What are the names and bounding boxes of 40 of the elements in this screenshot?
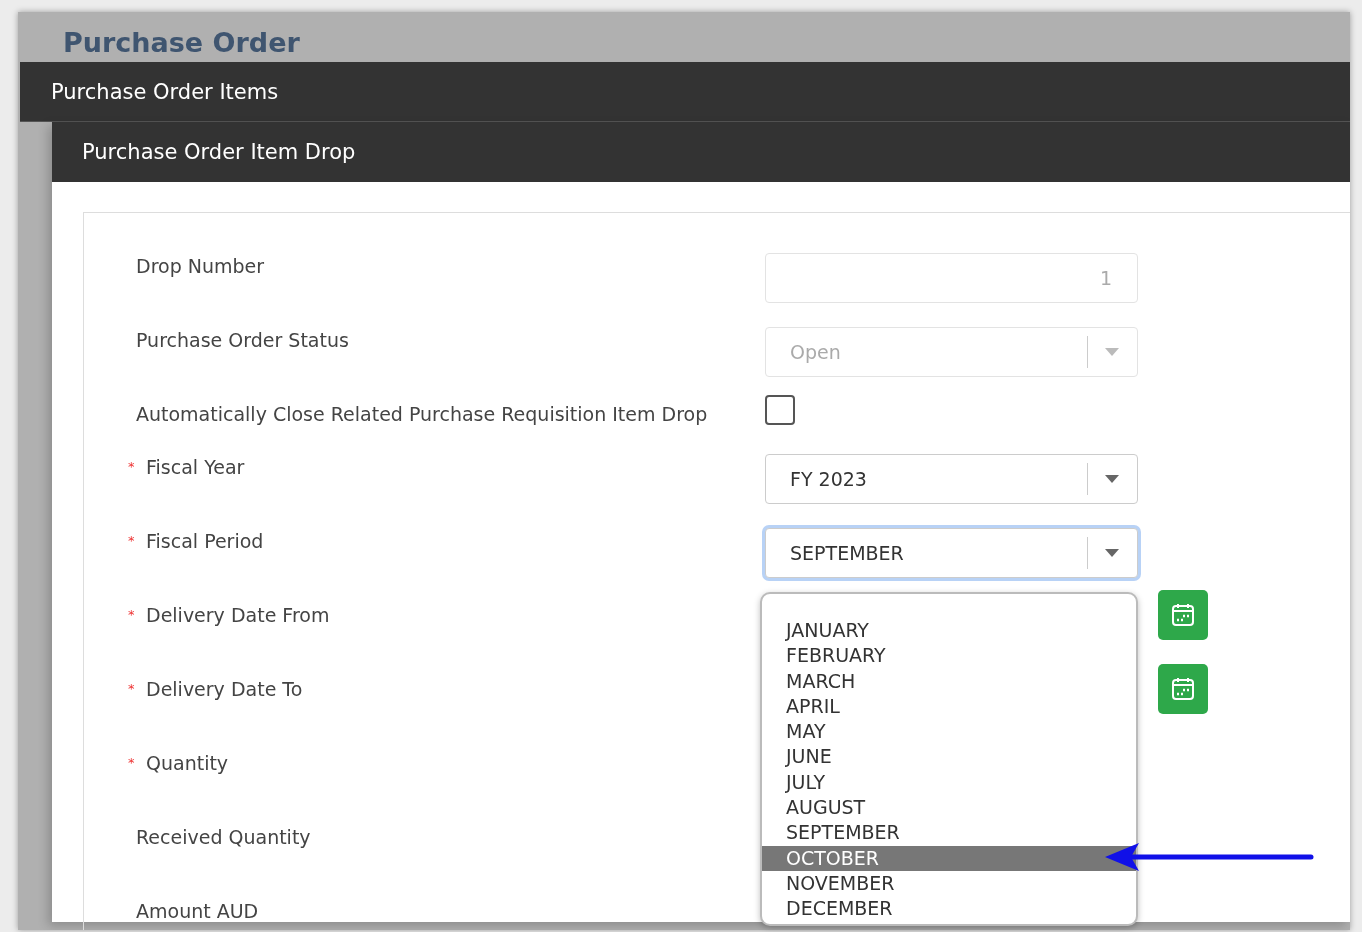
calendar-icon	[1170, 602, 1196, 628]
required-icon: *	[128, 676, 135, 702]
dropdown-option[interactable]: AUGUST	[762, 795, 1136, 821]
required-icon: *	[128, 602, 135, 628]
dropdown-option[interactable]: APRIL	[762, 693, 1136, 720]
page-title: Purchase Order	[62, 26, 301, 60]
required-icon: *	[128, 528, 135, 554]
dropdown-option[interactable]: MAY	[762, 719, 1136, 745]
field-label: Delivery Date To	[145, 678, 303, 700]
required-icon: *	[128, 454, 135, 480]
dropdown-field[interactable]: SEPTEMBER	[765, 528, 1138, 578]
dropdown-option[interactable]: DECEMBER	[762, 896, 1136, 922]
dropdown-option[interactable]: MARCH	[762, 668, 1136, 694]
dropdown-option[interactable]: NOVEMBER	[762, 870, 1136, 897]
field-label: Purchase Order Status	[136, 329, 349, 351]
dropdown-option[interactable]: JANUARY	[762, 618, 1136, 644]
field-label: Quantity	[145, 752, 229, 774]
field-label: Drop Number	[136, 255, 265, 277]
calendar-icon	[1170, 676, 1196, 702]
field-label: Automatically Close Related Purchase Requisition Item Drop	[136, 403, 708, 425]
field-label: Delivery Date From	[145, 604, 330, 626]
calendar-button[interactable]	[1158, 590, 1208, 640]
dropdown-option[interactable]: OCTOBER	[762, 845, 1136, 871]
dropdown-option[interactable]: JUNE	[762, 744, 1136, 770]
subsection-header[interactable]: Purchase Order Item Drop	[52, 122, 1350, 182]
dropdown-option[interactable]: FEBRUARY	[762, 643, 1136, 669]
field-label: Received Quantity	[136, 826, 311, 848]
dropdown-field[interactable]: FY 2023	[765, 454, 1138, 504]
field-label: Fiscal Year	[145, 456, 245, 478]
caret-icon	[1105, 475, 1119, 483]
dropdown-option[interactable]: JULY	[762, 769, 1136, 796]
field-label: Fiscal Period	[145, 530, 264, 552]
field-label: Amount AUD	[136, 900, 259, 922]
caret-icon	[1105, 549, 1119, 557]
section-header[interactable]: Purchase Order Items	[20, 62, 1350, 122]
calendar-button[interactable]	[1158, 664, 1208, 714]
required-icon: *	[128, 750, 135, 776]
dropdown-option[interactable]: SEPTEMBER	[762, 820, 1136, 846]
checkbox[interactable]	[765, 395, 795, 425]
caret-icon	[1105, 348, 1119, 356]
